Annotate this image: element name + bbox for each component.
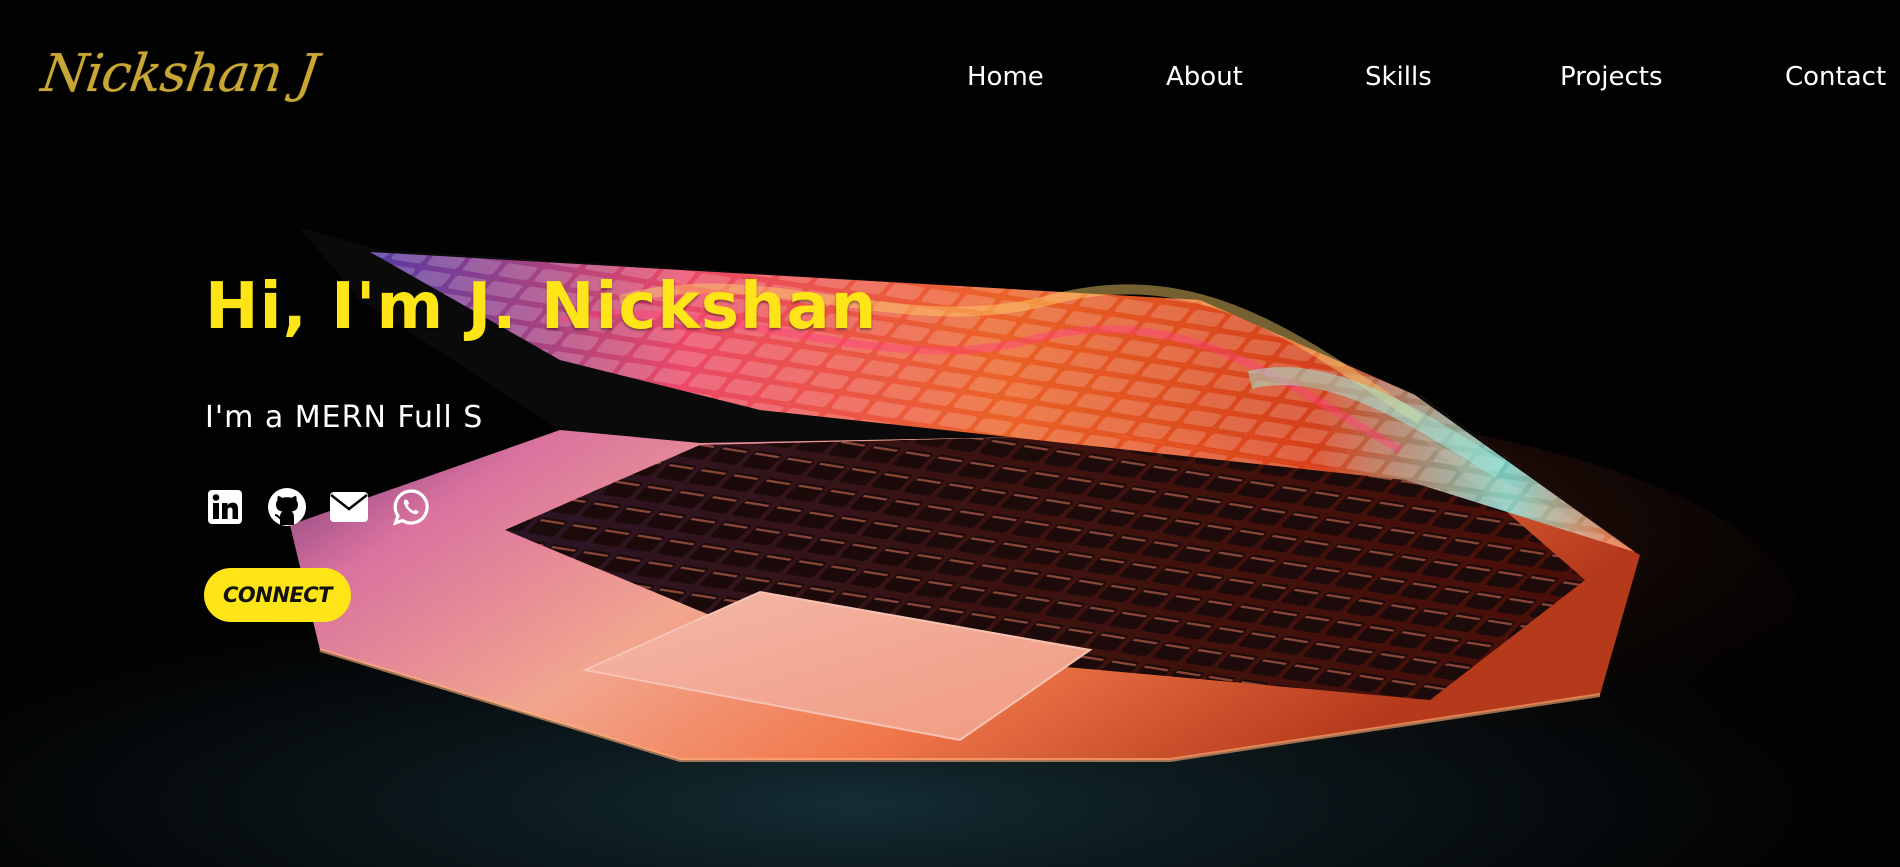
nav-skills-link[interactable]: Skills	[1365, 62, 1432, 92]
social-links	[205, 486, 431, 528]
whatsapp-icon[interactable]	[391, 487, 431, 527]
github-icon[interactable]	[267, 487, 307, 527]
site-logo[interactable]: Nickshan J	[38, 44, 321, 104]
hero-typed-subtitle: I'm a MERN Full S	[205, 400, 484, 435]
nav-contact-link[interactable]: Contact	[1785, 62, 1886, 92]
linkedin-icon[interactable]	[205, 487, 245, 527]
nav-projects-link[interactable]: Projects	[1560, 62, 1663, 92]
nav-about-link[interactable]: About	[1166, 62, 1243, 92]
portfolio-page: Nickshan J Home About Skills Projects Co…	[0, 0, 1900, 867]
connect-button[interactable]: CONNECT	[204, 568, 351, 622]
email-icon[interactable]	[329, 487, 369, 527]
nav-home-link[interactable]: Home	[967, 62, 1044, 92]
main-nav: Home About Skills Projects Contact	[960, 62, 1886, 102]
hero-title: Hi, I'm J. Nickshan	[205, 270, 878, 344]
